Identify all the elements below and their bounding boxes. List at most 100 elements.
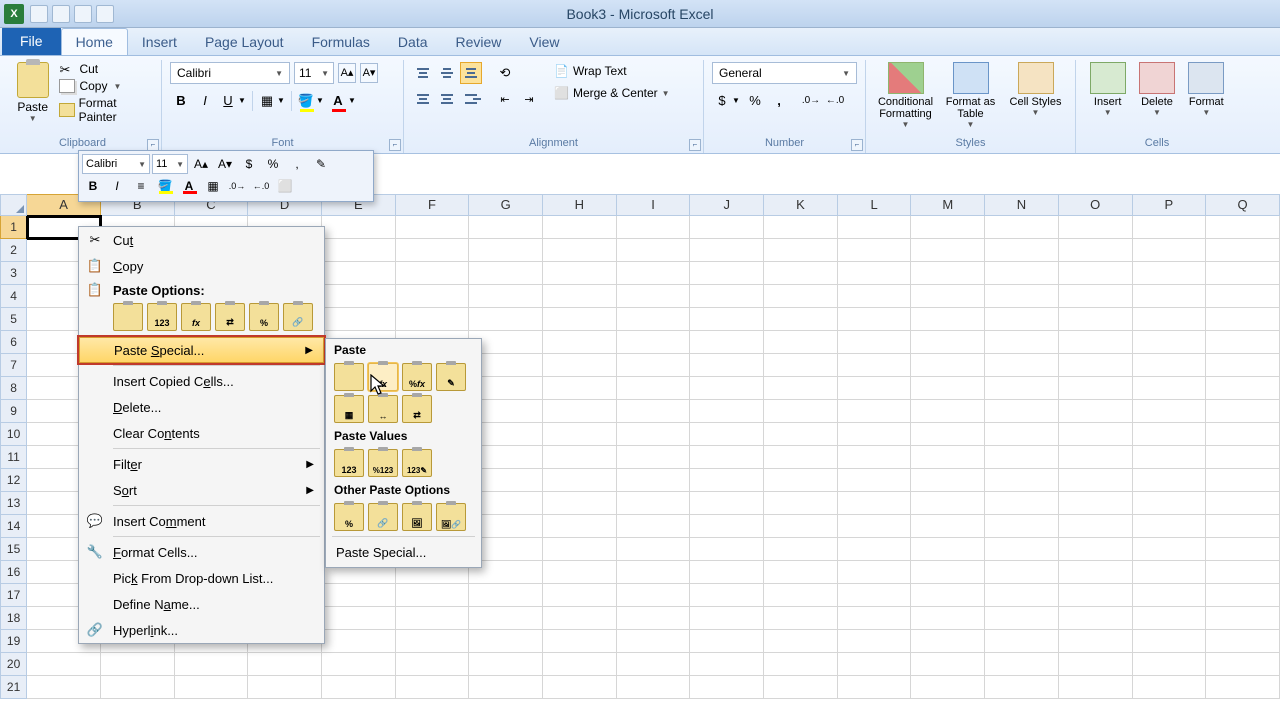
cell[interactable] [838, 446, 912, 469]
cell[interactable] [1059, 377, 1133, 400]
row-header[interactable]: 2 [0, 239, 27, 262]
cell[interactable] [617, 262, 691, 285]
format-button[interactable]: Format▼ [1183, 62, 1230, 117]
cell[interactable] [911, 469, 985, 492]
row-header[interactable]: 12 [0, 469, 27, 492]
align-left-button[interactable] [412, 88, 434, 110]
cell[interactable] [617, 630, 691, 653]
column-header[interactable]: J [690, 194, 764, 216]
context-format-cells[interactable]: 🔧Format Cells... [79, 539, 324, 565]
cell[interactable] [690, 354, 764, 377]
cell[interactable] [985, 308, 1059, 331]
cell[interactable] [1133, 377, 1207, 400]
cell[interactable] [764, 308, 838, 331]
cell[interactable] [911, 400, 985, 423]
font-name-dropdown[interactable]: Calibri▼ [170, 62, 290, 84]
context-filter[interactable]: Filter▶ [79, 451, 324, 477]
cell[interactable] [690, 492, 764, 515]
cell[interactable] [985, 515, 1059, 538]
cell[interactable] [1133, 239, 1207, 262]
cell[interactable] [1206, 239, 1280, 262]
row-header[interactable]: 16 [0, 561, 27, 584]
context-insert-copied[interactable]: Insert Copied Cells... [79, 368, 324, 394]
cell[interactable] [617, 331, 691, 354]
cell[interactable] [911, 216, 985, 239]
cell[interactable] [690, 446, 764, 469]
cell[interactable] [690, 561, 764, 584]
cell[interactable] [1206, 400, 1280, 423]
paste-option-all[interactable] [113, 303, 143, 331]
tab-home[interactable]: Home [61, 28, 128, 55]
paste-option-transpose[interactable]: ⇄ [215, 303, 245, 331]
cell[interactable] [838, 285, 912, 308]
decrease-decimal-button[interactable]: ←.0 [824, 90, 846, 112]
dialog-launcher-icon[interactable]: ⌐ [389, 139, 401, 151]
submenu-paste-picture[interactable]: 🖼 [402, 503, 432, 531]
cell[interactable] [396, 285, 470, 308]
cell[interactable] [543, 308, 617, 331]
tab-formulas[interactable]: Formulas [298, 29, 384, 55]
cell[interactable] [838, 377, 912, 400]
cell[interactable] [838, 630, 912, 653]
redo-icon[interactable] [74, 5, 92, 23]
cell[interactable] [322, 308, 396, 331]
cell[interactable] [617, 492, 691, 515]
submenu-paste-special-item[interactable]: Paste Special... [326, 540, 481, 565]
cell[interactable] [617, 285, 691, 308]
cell[interactable] [322, 262, 396, 285]
mini-decrease-decimal-button[interactable]: ←.0 [250, 176, 272, 196]
mini-font-color-button[interactable]: A [178, 176, 200, 196]
row-header[interactable]: 18 [0, 607, 27, 630]
cell[interactable] [617, 584, 691, 607]
decrease-font-button[interactable]: A▾ [360, 63, 378, 83]
align-center-button[interactable] [436, 88, 458, 110]
cell[interactable] [764, 607, 838, 630]
cell[interactable] [1133, 538, 1207, 561]
cell[interactable] [469, 216, 543, 239]
cell[interactable] [690, 308, 764, 331]
cell[interactable] [985, 216, 1059, 239]
bold-button[interactable]: B [170, 90, 192, 112]
cell[interactable] [985, 239, 1059, 262]
cell[interactable] [1059, 515, 1133, 538]
cell[interactable] [1133, 354, 1207, 377]
cell[interactable] [617, 446, 691, 469]
cell[interactable] [690, 653, 764, 676]
format-painter-button[interactable]: Format Painter [59, 96, 153, 124]
cell[interactable] [985, 377, 1059, 400]
cell[interactable] [838, 653, 912, 676]
column-header[interactable]: O [1059, 194, 1133, 216]
submenu-paste-linked-picture[interactable]: 🖼🔗 [436, 503, 466, 531]
cell[interactable] [1133, 561, 1207, 584]
row-header[interactable]: 4 [0, 285, 27, 308]
cell[interactable] [1133, 653, 1207, 676]
cell[interactable] [985, 400, 1059, 423]
cell[interactable] [764, 446, 838, 469]
cell[interactable] [175, 676, 249, 699]
cell[interactable] [543, 331, 617, 354]
cell[interactable] [1206, 653, 1280, 676]
column-header[interactable]: P [1133, 194, 1207, 216]
cell[interactable] [248, 653, 322, 676]
cell[interactable] [543, 676, 617, 699]
cell[interactable] [838, 607, 912, 630]
cell[interactable] [838, 538, 912, 561]
insert-button[interactable]: Insert▼ [1084, 62, 1131, 117]
cell[interactable] [1059, 308, 1133, 331]
cell[interactable] [838, 492, 912, 515]
cell[interactable] [617, 239, 691, 262]
font-color-button[interactable]: A▼ [328, 90, 358, 112]
submenu-paste-link[interactable]: 🔗 [368, 503, 398, 531]
cell[interactable] [1059, 607, 1133, 630]
cell[interactable] [469, 308, 543, 331]
cell[interactable] [617, 216, 691, 239]
cell[interactable] [690, 584, 764, 607]
cell[interactable] [764, 285, 838, 308]
cell[interactable] [764, 676, 838, 699]
cell[interactable] [985, 653, 1059, 676]
cell[interactable] [543, 239, 617, 262]
cell[interactable] [911, 676, 985, 699]
cell[interactable] [911, 262, 985, 285]
cell[interactable] [1059, 561, 1133, 584]
accounting-format-button[interactable]: $▼ [712, 90, 742, 112]
